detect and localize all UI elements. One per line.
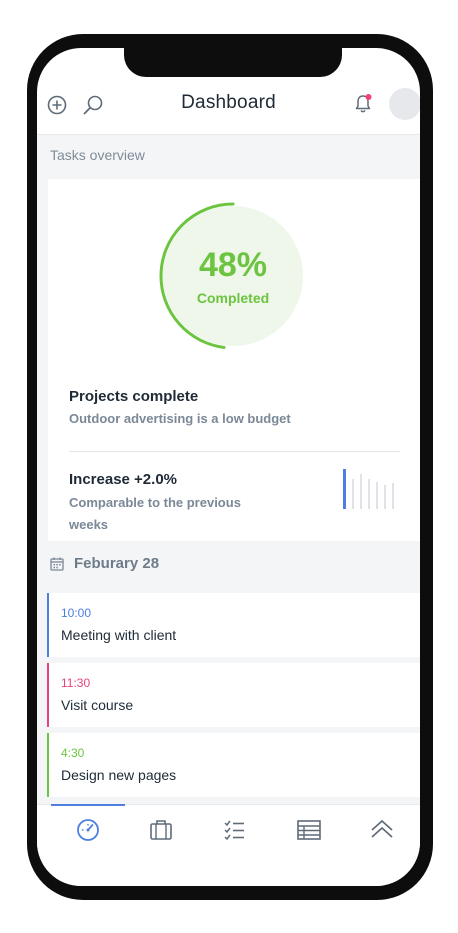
schedule-event[interactable]: 4:30 Design new pages bbox=[47, 733, 420, 797]
progress-percent: 48% bbox=[198, 246, 268, 284]
event-time: 10:00 bbox=[61, 606, 92, 620]
dashboard-content: Tasks overview 48% Completed Projects co… bbox=[37, 134, 420, 805]
bottom-navigation bbox=[37, 804, 420, 886]
event-name: Design new pages bbox=[61, 767, 177, 783]
table-icon[interactable] bbox=[296, 817, 322, 843]
mini-chart-bar bbox=[376, 482, 378, 509]
bell-icon[interactable] bbox=[352, 93, 374, 115]
calendar-icon bbox=[50, 557, 64, 571]
chevron-up-icon[interactable] bbox=[369, 817, 395, 843]
progress-caption: Completed bbox=[196, 290, 270, 306]
event-color-bar bbox=[47, 593, 49, 657]
briefcase-icon[interactable] bbox=[148, 817, 174, 843]
event-time: 4:30 bbox=[61, 746, 85, 760]
section-label: Tasks overview bbox=[50, 147, 145, 163]
mini-chart-bar bbox=[360, 474, 362, 509]
top-bar: Dashboard bbox=[37, 88, 420, 134]
mini-chart-bar bbox=[384, 485, 386, 509]
trend-mini-chart bbox=[343, 469, 394, 509]
schedule-date: Feburary 28 bbox=[74, 555, 160, 572]
event-name: Meeting with client bbox=[61, 627, 177, 643]
avatar[interactable] bbox=[389, 88, 420, 120]
projects-title: Projects complete bbox=[69, 388, 199, 405]
mini-chart-bar bbox=[343, 469, 346, 509]
event-time: 11:30 bbox=[61, 676, 91, 690]
event-name: Visit course bbox=[61, 697, 134, 713]
dashboard-icon[interactable] bbox=[75, 817, 101, 843]
divider bbox=[69, 451, 400, 452]
increase-subtitle-line1: Comparable to the previous bbox=[69, 495, 241, 510]
event-color-bar bbox=[47, 663, 49, 727]
event-color-bar bbox=[47, 733, 49, 797]
projects-subtitle: Outdoor advertising is a low budget bbox=[69, 411, 291, 426]
app-screen: Dashboard Tasks overview 48% Completed P… bbox=[37, 48, 420, 886]
mini-chart-bar bbox=[368, 479, 370, 509]
nav-active-indicator bbox=[51, 804, 125, 806]
mini-chart-bar bbox=[392, 483, 394, 509]
phone-notch bbox=[124, 44, 342, 77]
notification-dot bbox=[365, 94, 372, 100]
increase-subtitle-line2: weeks bbox=[69, 517, 109, 532]
mini-chart-bar bbox=[352, 479, 354, 509]
schedule-event[interactable]: 11:30 Visit course bbox=[47, 663, 420, 727]
tasks-overview-card: 48% Completed Projects complete Outdoor … bbox=[48, 179, 420, 541]
progress-ring: 48% Completed bbox=[159, 202, 307, 350]
checklist-icon[interactable] bbox=[222, 817, 248, 843]
schedule-event[interactable]: 10:00 Meeting with client bbox=[47, 593, 420, 657]
increase-title: Increase +2.0% bbox=[69, 471, 177, 488]
